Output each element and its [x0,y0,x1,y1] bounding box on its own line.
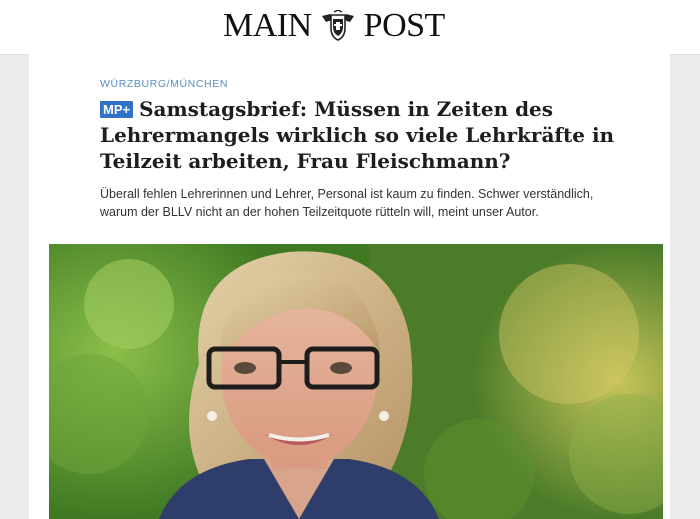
coat-of-arms-icon [321,10,354,41]
article-kicker[interactable]: WÜRZBURG/MÜNCHEN [100,78,228,90]
article-headline[interactable]: MP+ Samstagsbrief: Müssen in Zeiten des L… [100,96,630,174]
logo-text-main: MAIN [223,7,312,44]
article-photo[interactable] [49,244,663,519]
portrait-image [49,244,663,519]
site-header: MAIN POST [0,0,700,55]
mp-plus-badge: MP+ [100,101,134,118]
site-logo[interactable]: MAIN POST [223,7,446,44]
article-card: WÜRZBURG/MÜNCHEN MP+ Samstagsbrief: Müsse… [29,54,670,519]
headline-text: Samstagsbrief: Müssen in Zeiten des Lehr… [100,97,615,173]
article-lead: Überall fehlen Lehrerinnen und Lehrer, P… [100,187,594,219]
logo-text-post: POST [363,7,446,44]
